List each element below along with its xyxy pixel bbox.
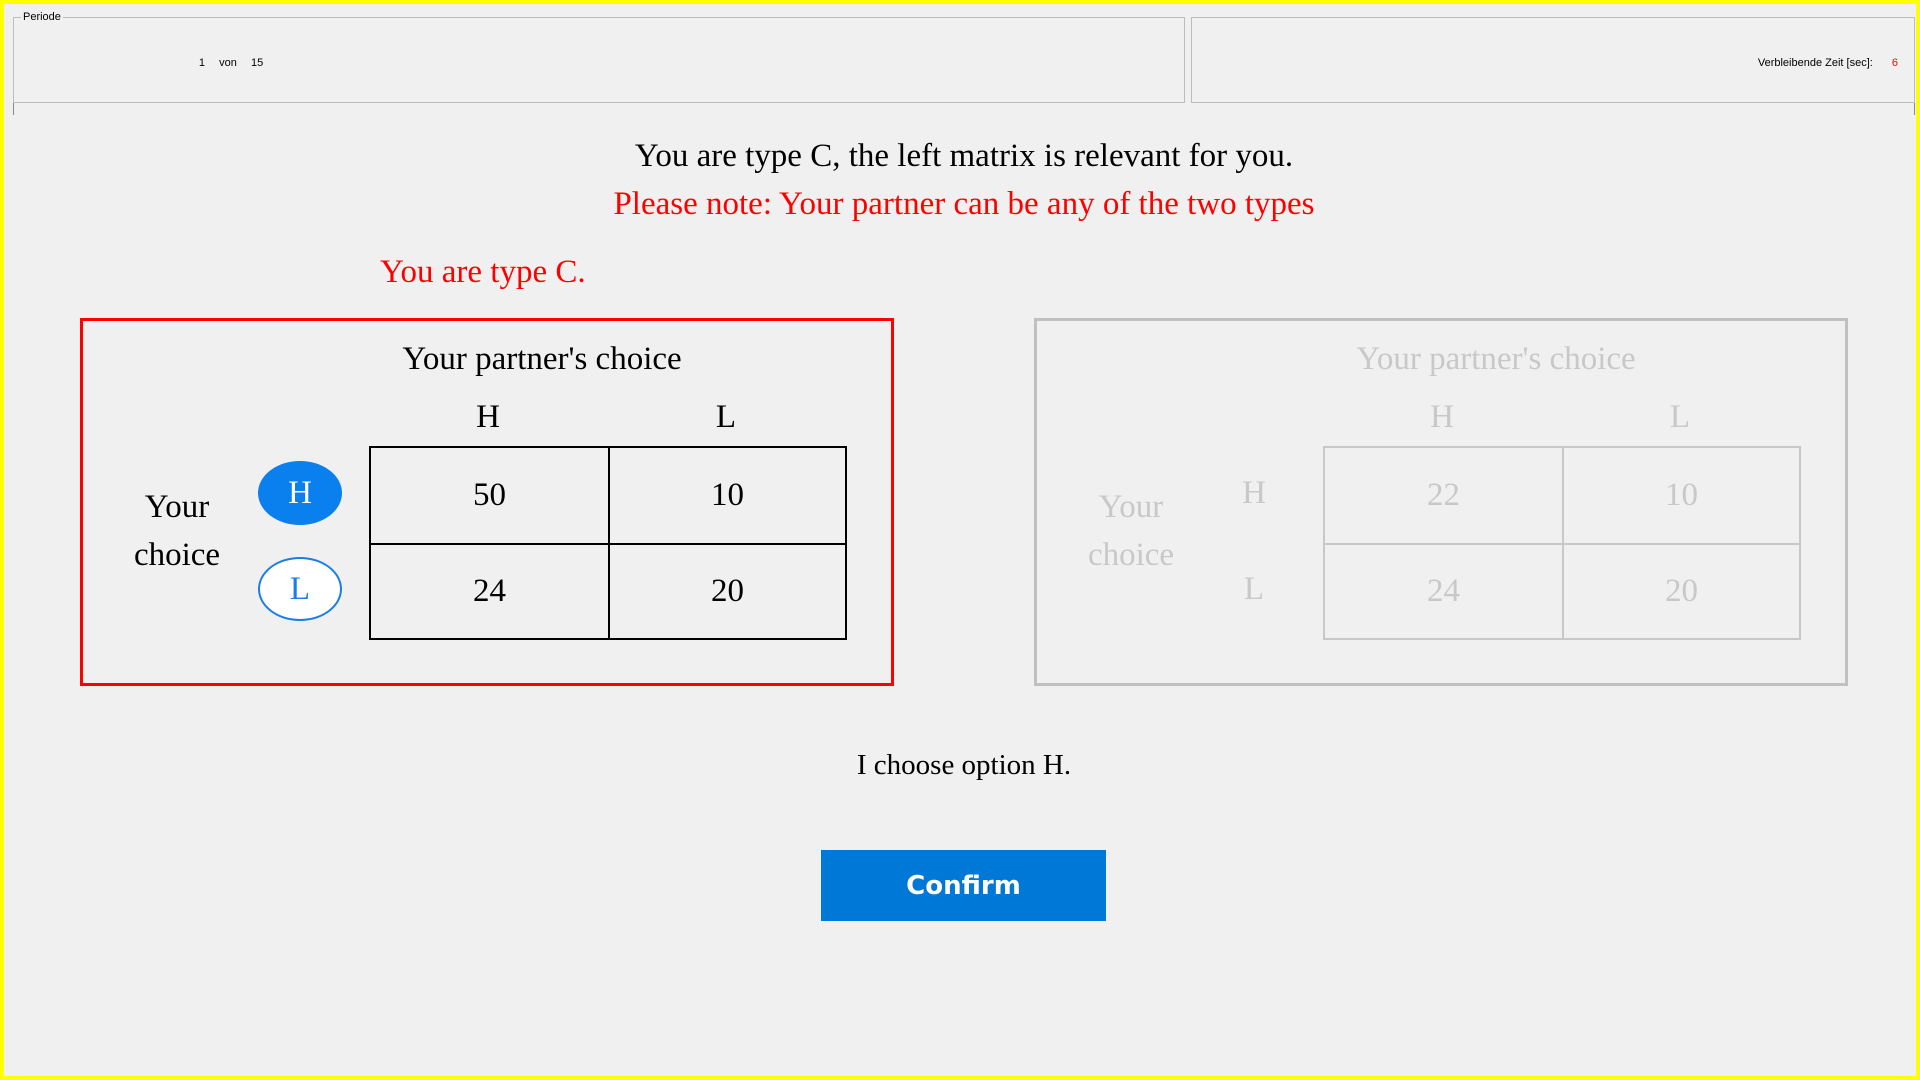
option-h-button[interactable]: H <box>258 461 342 525</box>
payoff-cell-hl: 10 <box>608 448 845 543</box>
period-legend: Periode <box>21 11 63 23</box>
choice-summary: I choose option H. <box>856 749 1072 781</box>
period-indicator: 1 von 15 <box>185 57 271 69</box>
payoff-grid: 22 10 24 20 <box>1323 446 1801 640</box>
matrix-title: Your partner's choice <box>1356 341 1636 377</box>
row-option-h: H <box>1242 474 1266 511</box>
payoff-cell-hl: 10 <box>1562 448 1799 543</box>
period-panel: Periode 1 von 15 <box>13 11 1185 103</box>
remaining-time-value: 6 <box>1891 57 1898 69</box>
matrix-title: Your partner's choice <box>402 341 682 377</box>
payoff-matrix-left: Your partner's choice H L Your choice H … <box>80 318 894 686</box>
row-label: Your choice <box>1071 483 1191 579</box>
row-label-line1: Your <box>144 489 210 525</box>
row-label-line1: Your <box>1098 489 1164 525</box>
panel-divider <box>1914 103 1915 115</box>
row-label-line2: choice <box>1087 537 1175 573</box>
instruction-line-1: You are type C, the left matrix is relev… <box>634 138 1294 174</box>
row-label-line2: choice <box>133 537 221 573</box>
payoff-cell-ll: 20 <box>1562 543 1799 638</box>
instruction-line-2: Please note: Your partner can be any of … <box>613 186 1315 222</box>
period-current: 1 <box>198 57 205 69</box>
column-header-l: L <box>1669 399 1691 435</box>
payoff-cell-lh: 24 <box>371 543 608 638</box>
column-header-h: H <box>476 399 500 435</box>
payoff-cell-hh: 50 <box>473 477 506 513</box>
type-label: You are type C. <box>380 254 586 290</box>
payoff-matrix-right: Your partner's choice H L Your choice H … <box>1034 318 1848 686</box>
timer-panel: Verbleibende Zeit [sec]: 6 <box>1191 17 1915 103</box>
confirm-button[interactable]: Confirm <box>821 850 1106 921</box>
remaining-time-label: Verbleibende Zeit [sec]: <box>1757 57 1873 69</box>
window-frame: Periode 1 von 15 Verbleibende Zeit [sec]… <box>0 0 1920 1080</box>
payoff-cell-ll: 20 <box>608 543 845 638</box>
row-option-l: L <box>1243 570 1265 607</box>
period-von: von <box>219 57 237 69</box>
panel-divider <box>13 103 14 115</box>
period-total: 15 <box>251 57 264 69</box>
payoff-cell-lh: 24 <box>1325 543 1562 638</box>
payoff-grid: 50 10 24 20 <box>369 446 847 640</box>
column-header-h: H <box>1430 399 1454 435</box>
option-l-button[interactable]: L <box>258 557 342 621</box>
payoff-cell-hh: 22 <box>1427 477 1460 513</box>
column-header-l: L <box>715 399 737 435</box>
row-label: Your choice <box>117 483 237 579</box>
remaining-time: Verbleibende Zeit [sec]: 6 <box>1758 57 1898 69</box>
